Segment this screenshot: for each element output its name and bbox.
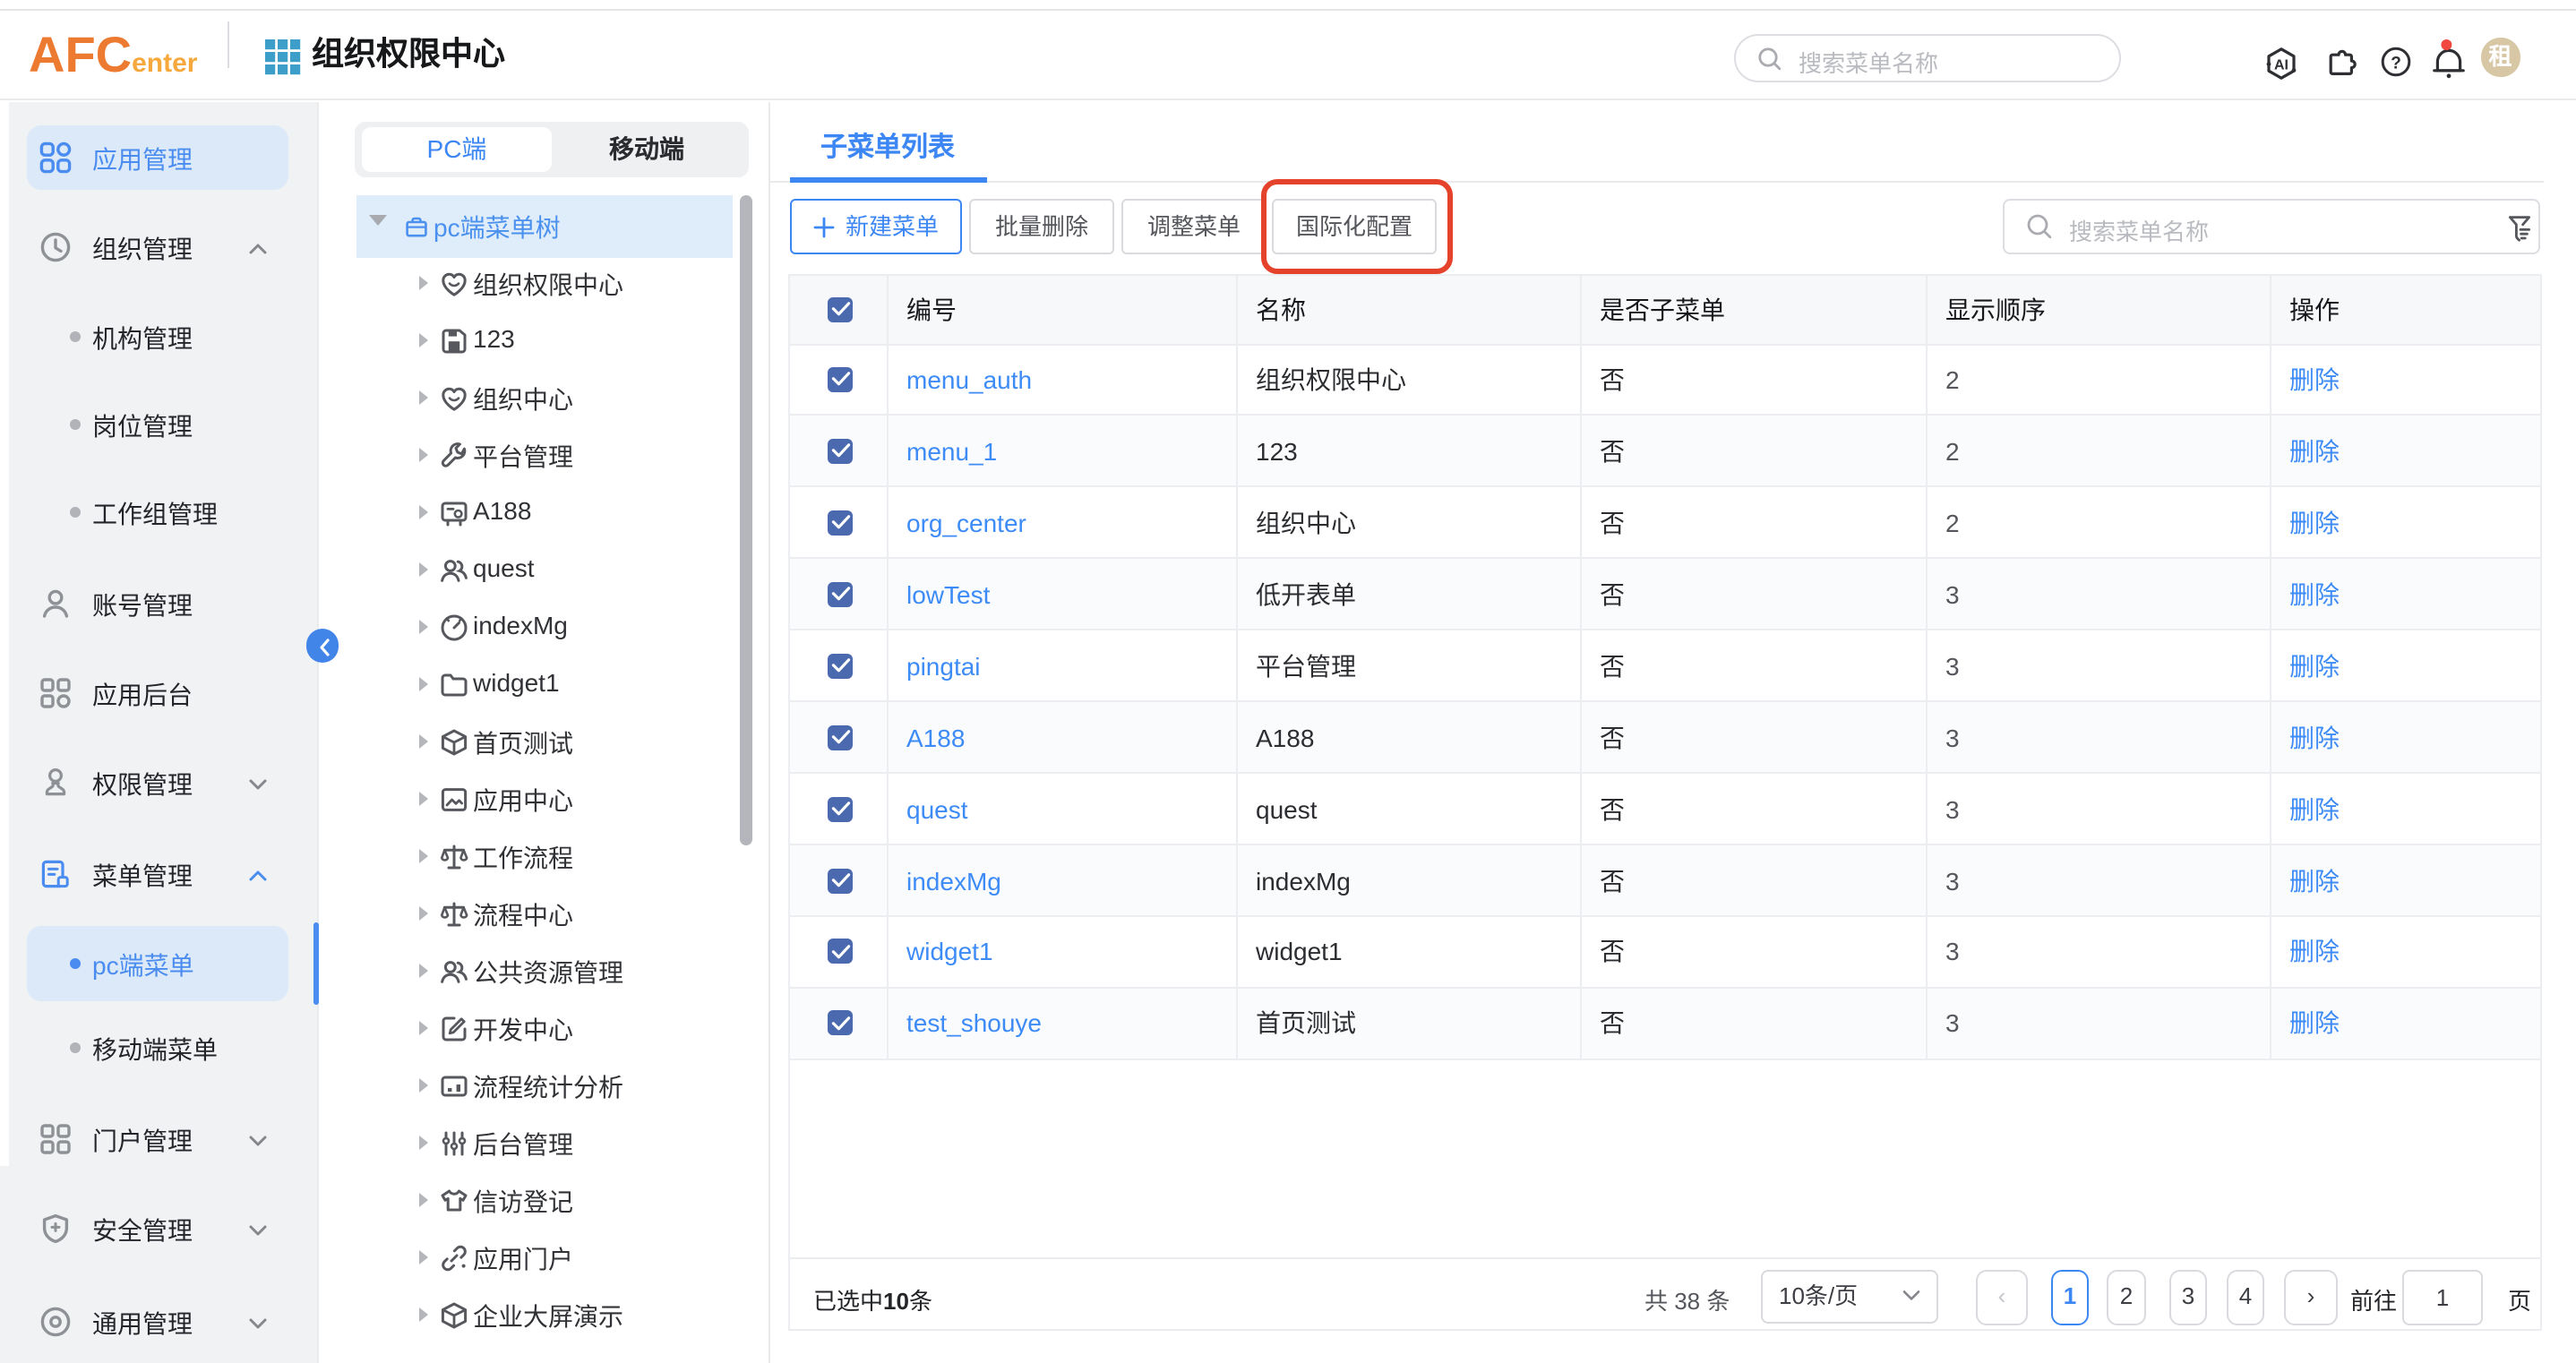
svg-text:AI: AI: [2273, 57, 2288, 73]
svg-text:?: ?: [2390, 54, 2400, 73]
